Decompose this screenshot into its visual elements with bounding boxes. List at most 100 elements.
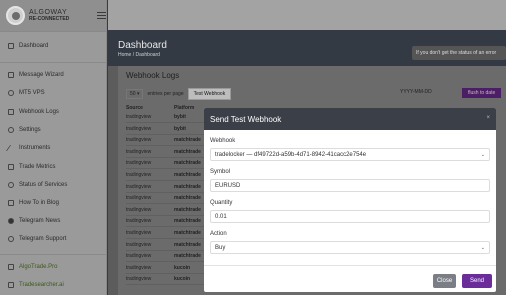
sidebar-item-message-wizard[interactable]: Message Wizard — [8, 72, 64, 78]
info-icon — [8, 182, 14, 188]
source-cell: tradingview — [126, 264, 152, 271]
row-divider — [126, 191, 211, 193]
platform-cell: matchtrade — [174, 172, 201, 178]
row-divider — [126, 238, 211, 239]
row-divider — [126, 145, 211, 147]
platform-cell: bybit — [174, 114, 186, 120]
table-icon — [8, 164, 14, 170]
sidebar-item-blog[interactable]: How To in Blog — [8, 200, 59, 206]
platform-cell: matchtrade — [174, 183, 201, 190]
action-label: Action — [210, 231, 227, 237]
platform-cell: matchtrade — [174, 253, 201, 260]
quantity-label: Quantity — [210, 200, 233, 206]
sidebar-item-dashboard[interactable]: Dashboard — [8, 43, 48, 49]
connection-status: RE-CONNECTED — [29, 15, 70, 22]
row-divider — [126, 214, 211, 216]
column-header-platform[interactable]: Platform — [174, 105, 194, 111]
logo — [6, 6, 25, 25]
action-select[interactable]: Buy ⌄ — [210, 241, 490, 254]
date-input[interactable]: YYYY-MM-DD — [400, 89, 432, 95]
row-divider — [126, 156, 211, 158]
link-icon — [8, 282, 14, 288]
source-cell: tradingview — [126, 218, 152, 225]
source-cell: tradingview — [126, 137, 152, 144]
breadcrumb: Home / Dashboard — [118, 52, 160, 58]
document-icon — [8, 72, 14, 78]
sidebar-item-telegram-news[interactable]: Telegram News — [8, 218, 60, 224]
source-cell: tradingview — [126, 160, 152, 167]
platform-cell: matchtrade — [174, 148, 201, 155]
row-divider — [126, 122, 211, 123]
source-cell: tradingview — [126, 148, 152, 155]
row-divider — [126, 168, 211, 170]
flush-button[interactable]: flush to date — [462, 88, 502, 98]
notice-banner: If you don't get the status of an error — [412, 46, 506, 60]
chevron-down-icon: ⌄ — [480, 245, 485, 251]
test-webhook-button[interactable]: Test Webhook — [187, 88, 232, 100]
brand-name: ALGOWAY — [29, 8, 68, 16]
modal-footer-divider — [204, 265, 496, 266]
chevron-down-icon: ⌄ — [480, 152, 485, 158]
card-title: Webhook Logs — [126, 71, 180, 80]
brand: ALGOWAY RE-CONNECTED — [0, 0, 106, 32]
column-header-source[interactable]: Source — [126, 105, 143, 111]
row-divider — [126, 180, 211, 181]
send-button[interactable]: Send — [462, 274, 492, 288]
sidebar-item-trade-metrics[interactable]: Trade Metrics — [8, 164, 55, 170]
row-divider — [126, 249, 211, 251]
close-button[interactable]: Close — [433, 274, 456, 288]
platform-cell: matchtrade — [174, 137, 201, 144]
row-divider — [126, 203, 211, 205]
platform-cell: kucoin — [174, 276, 191, 283]
instrument-icon — [5, 145, 17, 151]
platform-cell: matchtrade — [174, 241, 201, 248]
close-icon[interactable]: × — [486, 115, 490, 121]
entries-control: 50 ▾ entries per page Test Webhook — [126, 88, 232, 100]
source-cell: tradingview — [126, 206, 152, 213]
platform-cell: matchtrade — [174, 195, 201, 202]
sidebar-item-algotrade[interactable]: AlgoTrade.Pro — [8, 264, 57, 270]
sidebar-item-tradesearcher[interactable]: Tradesearcher.ai — [8, 282, 64, 288]
source-cell: tradingview — [126, 253, 152, 260]
symbol-input[interactable]: EURUSD — [210, 179, 490, 192]
source-cell: tradingview — [126, 230, 152, 236]
grid-icon — [8, 43, 14, 49]
entries-label: entries per page — [147, 91, 184, 97]
sidebar-item-webhook-logs[interactable]: Webhook Logs — [8, 109, 59, 115]
quantity-input[interactable]: 0.01 — [210, 210, 490, 223]
telegram-icon — [8, 218, 14, 224]
row-divider — [126, 284, 211, 286]
sidebar-item-instruments[interactable]: Instruments — [5, 145, 50, 151]
source-cell: tradingview — [126, 195, 152, 202]
modal-title: Send Test Webhook — [210, 114, 282, 124]
symbol-label: Symbol — [210, 169, 231, 175]
source-cell: tradingview — [126, 172, 152, 178]
platform-cell: bybit — [174, 125, 186, 132]
sidebar: ALGOWAY RE-CONNECTED Dashboard Message W… — [0, 0, 107, 295]
support-icon — [8, 236, 14, 242]
source-cell: tradingview — [126, 125, 152, 132]
row-divider — [126, 133, 211, 135]
sidebar-item-settings[interactable]: Settings — [8, 127, 41, 133]
menu-toggle-icon[interactable] — [97, 12, 106, 21]
row-divider — [126, 272, 211, 274]
platform-cell: matchtrade — [174, 160, 201, 167]
platform-cell: kucoin — [174, 264, 191, 271]
row-divider — [126, 261, 211, 263]
modal-header: Send Test Webhook — [204, 108, 496, 130]
row-divider — [126, 226, 211, 228]
sidebar-item-status[interactable]: Status of Services — [8, 182, 67, 188]
entries-select[interactable]: 50 ▾ — [126, 89, 144, 99]
sidebar-item-telegram-support[interactable]: Telegram Support — [8, 236, 66, 242]
source-cell: tradingview — [126, 241, 152, 248]
sidebar-item-mt5-vps[interactable]: MT5 VPS — [8, 90, 45, 96]
top-header — [108, 0, 506, 30]
page-title: Dashboard — [118, 40, 167, 51]
link-icon — [8, 264, 14, 270]
webhook-select[interactable]: tradelocker — df49722d-a59b-4d71-8942-41… — [210, 148, 490, 161]
cloud-icon — [8, 90, 14, 96]
source-cell: tradingview — [126, 276, 152, 283]
platform-cell: matchtrade — [174, 218, 201, 225]
send-test-webhook-modal: Send Test Webhook × Webhook tradelocker … — [204, 108, 496, 292]
source-cell: tradingview — [126, 183, 152, 190]
